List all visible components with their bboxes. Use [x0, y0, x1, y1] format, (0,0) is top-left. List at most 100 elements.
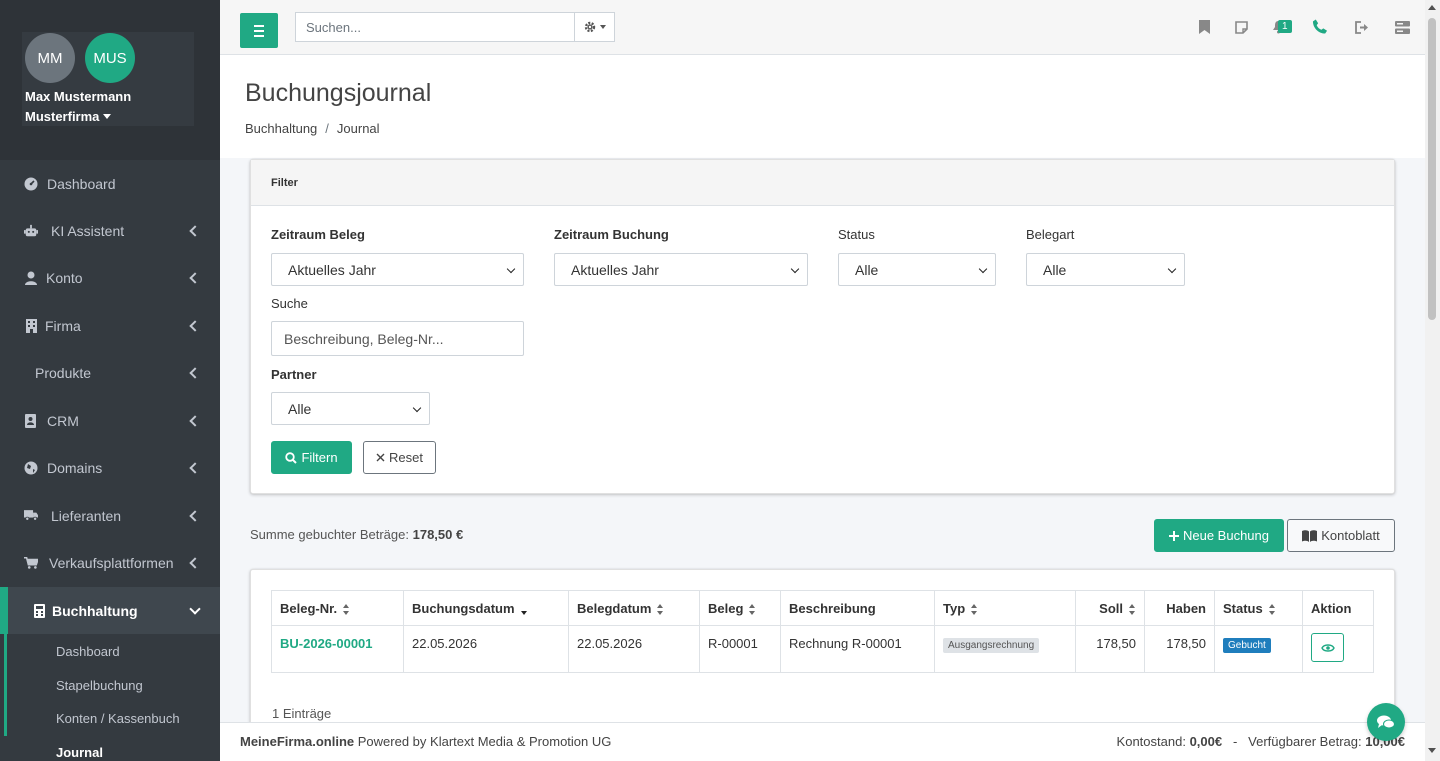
- zeitraum-buchung-select[interactable]: Aktuelles Jahr: [554, 253, 808, 286]
- sidebar-item-label: Lieferanten: [51, 507, 122, 524]
- phone-icon[interactable]: [1312, 18, 1328, 34]
- reset-button[interactable]: Reset: [363, 441, 436, 474]
- sort-icon: [749, 603, 756, 615]
- sort-desc-icon: [520, 604, 528, 615]
- cart-icon: [24, 556, 38, 570]
- chevron-left-icon: [189, 414, 201, 427]
- sidebar-item-label: Verkaufsplattformen: [49, 554, 174, 571]
- cell-buchungsdatum: 22.05.2026: [403, 625, 569, 673]
- sidebar-item-label: Firma: [45, 317, 81, 334]
- chevron-down-icon: [978, 264, 988, 273]
- sidebar-item-firma[interactable]: Firma: [0, 302, 220, 349]
- gear-icon: [584, 21, 596, 33]
- note-icon[interactable]: [1233, 19, 1249, 35]
- status-value: Alle: [855, 261, 879, 278]
- breadcrumb-buchhaltung[interactable]: Buchhaltung: [245, 121, 317, 136]
- cell-status: Gebucht: [1214, 625, 1303, 673]
- sidebar-item-produkte[interactable]: Produkte: [0, 349, 220, 396]
- user-panel: MM MUS Max Mustermann Musterfirma: [0, 0, 220, 160]
- globe-icon: [24, 461, 38, 475]
- sidebar-subitem-label: Stapelbuchung: [56, 677, 143, 693]
- company-switcher[interactable]: Musterfirma: [25, 109, 112, 124]
- sidebar-item-dashboard[interactable]: Dashboard: [0, 160, 220, 207]
- col-beleg[interactable]: Beleg: [699, 590, 781, 626]
- kontostand-label: Kontostand:: [1116, 734, 1186, 749]
- sidebar-subitem-label: Dashboard: [56, 643, 120, 659]
- journal-card: Beleg-Nr. Buchungsdatum Belegdatum Beleg…: [250, 569, 1395, 739]
- address-book-icon: [24, 413, 38, 428]
- page-scrollbar[interactable]: [1425, 0, 1440, 761]
- dashboard-icon: [24, 177, 38, 191]
- partner-select[interactable]: Alle: [271, 392, 430, 425]
- caret-down-icon: [103, 114, 112, 119]
- search-icon: [285, 451, 298, 464]
- beleg-nr-link[interactable]: BU-2026-00001: [280, 636, 373, 651]
- scroll-down-icon[interactable]: [1428, 748, 1436, 753]
- chevron-left-icon: [189, 224, 201, 237]
- chevron-down-icon: [412, 403, 422, 412]
- footer: MeineFirma.online Powered by Klartext Me…: [220, 722, 1425, 761]
- filter-card: Filter Zeitraum Beleg Aktuelles Jahr Zei…: [250, 159, 1395, 494]
- sidebar-subitem-journal[interactable]: Journal: [4, 735, 220, 761]
- col-typ[interactable]: Typ: [934, 590, 1076, 626]
- sidebar-item-buchhaltung[interactable]: Buchhaltung: [0, 587, 220, 634]
- scrollbar-thumb[interactable]: [1428, 18, 1436, 320]
- hamburger-menu-button[interactable]: [240, 13, 278, 48]
- avatar-user[interactable]: MM: [25, 33, 75, 83]
- cell-beschreibung: Rechnung R-00001: [780, 625, 935, 673]
- new-booking-button[interactable]: Neue Buchung: [1154, 519, 1284, 552]
- caret-down-icon: [599, 25, 606, 29]
- sidebar-item-verkaufsplattformen[interactable]: Verkaufsplattformen: [0, 539, 220, 586]
- view-button[interactable]: [1311, 633, 1344, 662]
- sidebar-item-konto[interactable]: Konto: [0, 254, 220, 301]
- status-label: Status: [838, 227, 875, 242]
- user-name: Max Mustermann: [25, 89, 132, 104]
- filter-header: Filter: [251, 160, 1394, 206]
- chat-button[interactable]: [1367, 703, 1405, 741]
- chevron-left-icon: [189, 319, 201, 332]
- logout-icon[interactable]: [1354, 19, 1370, 35]
- belegart-select[interactable]: Alle: [1026, 253, 1185, 286]
- reset-button-label: Reset: [389, 450, 423, 465]
- suche-label: Suche: [271, 296, 308, 311]
- cell-belegdatum: 22.05.2026: [568, 625, 700, 673]
- cell-beleg-nr[interactable]: BU-2026-00001: [271, 625, 404, 673]
- status-select[interactable]: Alle: [838, 253, 996, 286]
- search-input[interactable]: Suchen...: [295, 12, 575, 42]
- sidebar-subitem-dashboard[interactable]: Dashboard: [4, 634, 220, 668]
- sidebar-item-label: CRM: [47, 412, 79, 429]
- footer-left: MeineFirma.online Powered by Klartext Me…: [240, 734, 611, 749]
- sidebar-subitem-konten-kassenbuch[interactable]: Konten / Kassenbuch: [4, 701, 220, 735]
- server-icon[interactable]: [1394, 19, 1410, 35]
- cell-soll: 178,50: [1075, 625, 1145, 673]
- zeitraum-beleg-label: Zeitraum Beleg: [271, 227, 365, 242]
- col-beleg-nr[interactable]: Beleg-Nr.: [271, 590, 404, 626]
- kontoblatt-button[interactable]: Kontoblatt: [1287, 519, 1395, 552]
- bookmark-icon[interactable]: [1196, 19, 1212, 35]
- col-status[interactable]: Status: [1214, 590, 1303, 626]
- filter-button[interactable]: Filtern: [271, 441, 352, 474]
- table-header-row: Beleg-Nr. Buchungsdatum Belegdatum Beleg…: [271, 590, 1374, 626]
- search-options-button[interactable]: [574, 12, 615, 42]
- zeitraum-beleg-select[interactable]: Aktuelles Jahr: [271, 253, 524, 286]
- sidebar-item-domains[interactable]: Domains: [0, 444, 220, 491]
- sidebar-item-lieferanten[interactable]: Lieferanten: [0, 492, 220, 539]
- scroll-up-icon[interactable]: [1428, 5, 1436, 10]
- col-belegdatum[interactable]: Belegdatum: [568, 590, 700, 626]
- sidebar-subitem-stapelbuchung[interactable]: Stapelbuchung: [4, 668, 220, 702]
- partner-label: Partner: [271, 367, 317, 382]
- sort-icon: [971, 603, 978, 615]
- cell-typ: Ausgangsrechnung: [934, 625, 1076, 673]
- col-soll[interactable]: Soll: [1075, 590, 1145, 626]
- col-buchungsdatum[interactable]: Buchungsdatum: [403, 590, 569, 626]
- sidebar-item-crm[interactable]: CRM: [0, 397, 220, 444]
- sidebar-item-ki-assistent[interactable]: KI Assistent: [0, 207, 220, 254]
- filter-button-label: Filtern: [301, 450, 338, 465]
- sidebar-subitem-label: Journal: [56, 744, 103, 760]
- avatar-company[interactable]: MUS: [85, 33, 135, 83]
- suche-input[interactable]: Beschreibung, Beleg-Nr...: [271, 321, 524, 356]
- footer-brand[interactable]: MeineFirma.online: [240, 734, 354, 749]
- footer-separator: -: [1232, 734, 1238, 749]
- truck-icon: [24, 509, 38, 523]
- verfuegbar-label: Verfügbarer Betrag:: [1248, 734, 1362, 749]
